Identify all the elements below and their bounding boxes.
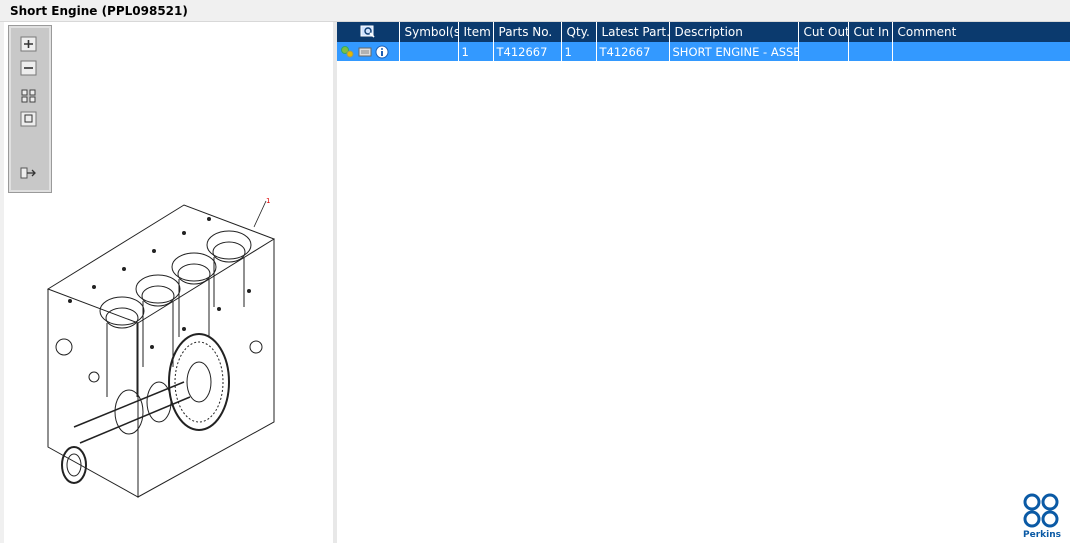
- engine-drawing: 1: [46, 197, 276, 498]
- info-icon[interactable]: [375, 45, 389, 59]
- magnifier-view-icon[interactable]: [360, 25, 376, 39]
- table-header-row: Symbol(s) Item Parts No. Qty. Latest Par…: [337, 22, 1070, 42]
- cell-cut-in: [848, 42, 893, 61]
- column-header-qty[interactable]: Qty.: [561, 22, 597, 42]
- column-header-symbols[interactable]: Symbol(s): [399, 22, 459, 42]
- fit-to-window-icon[interactable]: [20, 88, 37, 104]
- column-header-description[interactable]: Description: [669, 22, 799, 42]
- cell-latest-part: T412667: [596, 42, 670, 61]
- column-header-parts-no[interactable]: Parts No.: [493, 22, 562, 42]
- column-header-comment[interactable]: Comment: [892, 22, 1070, 42]
- parts-icon[interactable]: [340, 45, 354, 58]
- cell-parts-no: T412667: [493, 42, 562, 61]
- callout-label[interactable]: 1: [266, 197, 270, 205]
- parts-table: Symbol(s) Item Parts No. Qty. Latest Par…: [337, 22, 1070, 61]
- cell-cut-out: [798, 42, 849, 61]
- perkins-logo-icon: [1023, 493, 1059, 528]
- cell-qty: 1: [561, 42, 597, 61]
- cell-comment: [892, 42, 1070, 61]
- zoom-out-icon[interactable]: [20, 60, 37, 76]
- brand-logo: Perkins: [1020, 493, 1064, 541]
- drawing-pane[interactable]: 1: [4, 22, 333, 543]
- cell-description: SHORT ENGINE - ASSEMBLY: [669, 42, 799, 61]
- keyboard-icon[interactable]: [358, 47, 372, 57]
- table-row[interactable]: 1 T412667 1 T412667 SHORT ENGINE - ASSEM…: [337, 42, 1070, 61]
- row-icons-cell: [337, 42, 400, 61]
- window-titlebar: Short Engine (PPL098521): [0, 0, 1070, 22]
- zoom-in-icon[interactable]: [20, 36, 37, 52]
- drawing-toolbar: [8, 25, 52, 193]
- column-header-latest-part[interactable]: Latest Part…: [596, 22, 670, 42]
- brand-name: Perkins: [1023, 530, 1061, 540]
- cell-symbols: [399, 42, 459, 61]
- parts-list-pane: Symbol(s) Item Parts No. Qty. Latest Par…: [337, 22, 1070, 543]
- column-header-cut-out[interactable]: Cut Out: [798, 22, 849, 42]
- cell-item: 1: [458, 42, 494, 61]
- column-header-cut-in[interactable]: Cut In: [848, 22, 893, 42]
- column-header-item[interactable]: Item: [458, 22, 494, 42]
- export-icon[interactable]: [20, 165, 37, 181]
- column-header-view[interactable]: [337, 22, 400, 42]
- actual-size-icon[interactable]: [20, 111, 37, 127]
- window-title: Short Engine (PPL098521): [10, 4, 188, 18]
